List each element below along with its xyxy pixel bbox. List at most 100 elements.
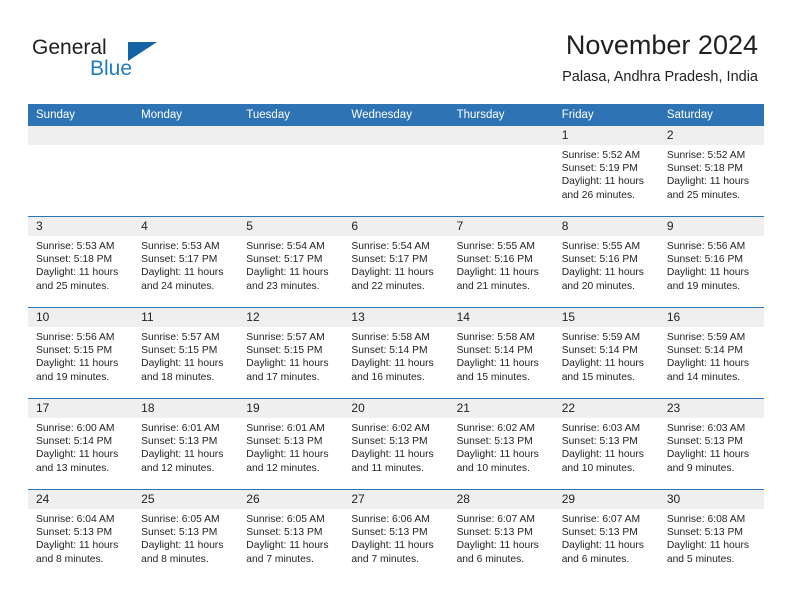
sunset-text: Sunset: 5:13 PM (351, 527, 428, 539)
sunset-text: Sunset: 5:13 PM (666, 436, 743, 448)
day-details: Sunrise: 6:01 AM Sunset: 5:13 PM Daylight:… (133, 418, 238, 475)
sunrise-text: Sunrise: 6:05 AM (141, 514, 220, 525)
calendar-day-cell[interactable]: 20 Sunrise: 6:02 AM Sunset: 5:13 PM Dayligh… (343, 398, 449, 490)
sunset-text: Sunset: 5:19 PM (561, 163, 638, 175)
sunset-text: Sunset: 5:13 PM (246, 436, 323, 448)
calendar-day-cell[interactable]: 5 Sunrise: 5:54 AM Sunset: 5:17 PM Daylight… (238, 216, 344, 308)
calendar-day-cell[interactable]: 25 Sunrise: 6:05 AM Sunset: 5:13 PM Dayligh… (133, 489, 239, 580)
sunrise-text: Sunrise: 6:04 AM (36, 514, 115, 525)
sunrise-text: Sunrise: 6:02 AM (351, 423, 430, 434)
sunset-text: Sunset: 5:13 PM (666, 527, 743, 539)
sunset-text: Sunset: 5:14 PM (36, 436, 113, 448)
calendar-day-cell[interactable]: 4 Sunrise: 5:53 AM Sunset: 5:17 PM Daylight… (133, 216, 239, 308)
daylight-text: Daylight: 11 hours and 6 minutes. (561, 540, 644, 565)
sunset-text: Sunset: 5:16 PM (666, 254, 743, 266)
daylight-text: Daylight: 11 hours and 11 minutes. (351, 449, 434, 474)
day-details: Sunrise: 5:53 AM Sunset: 5:17 PM Daylight:… (133, 236, 238, 293)
sunset-text: Sunset: 5:18 PM (666, 163, 743, 175)
calendar-day-cell[interactable]: 15 Sunrise: 5:59 AM Sunset: 5:14 PM Dayligh… (553, 307, 659, 399)
page-header: General Blue November 2024 Palasa, Andhr… (0, 0, 792, 100)
calendar-day-cell[interactable]: 9 Sunrise: 5:56 AM Sunset: 5:16 PM Daylight… (658, 216, 764, 308)
day-number: 8 (553, 217, 659, 236)
calendar-day-cell[interactable]: 12 Sunrise: 5:57 AM Sunset: 5:15 PM Dayligh… (238, 307, 344, 399)
sunset-text: Sunset: 5:14 PM (351, 345, 428, 357)
daylight-text: Daylight: 11 hours and 23 minutes. (246, 267, 329, 292)
calendar-day-cell[interactable]: 22 Sunrise: 6:03 AM Sunset: 5:13 PM Dayligh… (553, 398, 659, 490)
day-number: 15 (553, 308, 659, 327)
daylight-text: Daylight: 11 hours and 13 minutes. (36, 449, 119, 474)
weekday-header-monday: Monday (133, 104, 239, 126)
sunrise-text: Sunrise: 6:08 AM (666, 514, 746, 525)
sunrise-text: Sunrise: 5:55 AM (561, 241, 641, 252)
sunset-text: Sunset: 5:17 PM (351, 254, 428, 266)
daylight-text: Daylight: 11 hours and 12 minutes. (246, 449, 329, 474)
calendar-day-cell[interactable]: 13 Sunrise: 5:58 AM Sunset: 5:14 PM Dayligh… (343, 307, 449, 399)
calendar-day-cell[interactable]: 1 Sunrise: 5:52 AM Sunset: 5:19 PM Daylight… (553, 126, 659, 217)
sunset-text: Sunset: 5:13 PM (456, 436, 533, 448)
weekday-header-tuesday: Tuesday (238, 104, 344, 126)
day-details: Sunrise: 5:55 AM Sunset: 5:16 PM Daylight:… (554, 236, 659, 293)
daylight-text: Daylight: 11 hours and 15 minutes. (561, 358, 644, 383)
sunset-text: Sunset: 5:13 PM (141, 527, 218, 539)
day-number: 18 (133, 399, 239, 418)
day-number (238, 126, 344, 145)
calendar-day-cell[interactable]: 16 Sunrise: 5:59 AM Sunset: 5:14 PM Dayligh… (658, 307, 764, 399)
sunrise-text: Sunrise: 5:57 AM (246, 332, 325, 343)
day-number: 3 (28, 217, 134, 236)
sunrise-text: Sunrise: 6:03 AM (666, 423, 746, 434)
calendar-day-cell[interactable]: 3 Sunrise: 5:53 AM Sunset: 5:18 PM Daylight… (28, 216, 134, 308)
logo-text-blue: Blue (90, 57, 133, 80)
calendar-day-cell[interactable]: 11 Sunrise: 5:57 AM Sunset: 5:15 PM Dayligh… (133, 307, 239, 399)
calendar-day-cell[interactable]: 14 Sunrise: 5:58 AM Sunset: 5:14 PM Dayligh… (448, 307, 554, 399)
day-number: 2 (658, 126, 764, 145)
calendar-week-row: 1 Sunrise: 5:52 AM Sunset: 5:19 PM Daylight… (28, 126, 764, 217)
weekday-header-thursday: Thursday (448, 104, 554, 126)
day-details: Sunrise: 6:02 AM Sunset: 5:13 PM Daylight:… (449, 418, 554, 475)
calendar-day-cell[interactable]: 7 Sunrise: 5:55 AM Sunset: 5:16 PM Daylight… (448, 216, 554, 308)
calendar-week-row: 3 Sunrise: 5:53 AM Sunset: 5:18 PM Daylight… (28, 216, 764, 308)
day-number: 28 (448, 490, 554, 509)
calendar-day-cell[interactable]: 8 Sunrise: 5:55 AM Sunset: 5:16 PM Daylight… (553, 216, 659, 308)
calendar-day-cell[interactable]: 24 Sunrise: 6:04 AM Sunset: 5:13 PM Dayligh… (28, 489, 134, 580)
calendar-day-cell[interactable]: 18 Sunrise: 6:01 AM Sunset: 5:13 PM Dayligh… (133, 398, 239, 490)
sunrise-text: Sunrise: 6:07 AM (456, 514, 535, 525)
sunrise-text: Sunrise: 6:01 AM (141, 423, 220, 434)
day-number: 4 (133, 217, 239, 236)
day-number: 24 (28, 490, 134, 509)
sunset-text: Sunset: 5:13 PM (246, 527, 323, 539)
calendar-day-cell[interactable]: 23 Sunrise: 6:03 AM Sunset: 5:13 PM Dayligh… (658, 398, 764, 490)
calendar-day-cell[interactable]: 19 Sunrise: 6:01 AM Sunset: 5:13 PM Dayligh… (238, 398, 344, 490)
calendar-day-cell[interactable]: 27 Sunrise: 6:06 AM Sunset: 5:13 PM Dayligh… (343, 489, 449, 580)
calendar-day-cell[interactable]: 10 Sunrise: 5:56 AM Sunset: 5:15 PM Dayligh… (28, 307, 134, 399)
daylight-text: Daylight: 11 hours and 10 minutes. (456, 449, 539, 474)
sunrise-text: Sunrise: 5:55 AM (456, 241, 535, 252)
generalblue-logo[interactable]: General Blue (32, 36, 232, 84)
sunrise-text: Sunrise: 6:02 AM (456, 423, 535, 434)
sunset-text: Sunset: 5:13 PM (561, 527, 638, 539)
calendar-day-cell[interactable]: 28 Sunrise: 6:07 AM Sunset: 5:13 PM Dayligh… (448, 489, 554, 580)
sunrise-text: Sunrise: 5:53 AM (141, 241, 220, 252)
day-details: Sunrise: 5:59 AM Sunset: 5:14 PM Daylight:… (554, 327, 659, 384)
daylight-text: Daylight: 11 hours and 24 minutes. (141, 267, 224, 292)
sunrise-text: Sunrise: 5:52 AM (666, 150, 746, 161)
calendar-day-cell[interactable]: 2 Sunrise: 5:52 AM Sunset: 5:18 PM Daylight… (658, 126, 764, 217)
day-number: 14 (448, 308, 554, 327)
calendar-day-cell[interactable]: 6 Sunrise: 5:54 AM Sunset: 5:17 PM Daylight… (343, 216, 449, 308)
calendar-day-cell[interactable]: 26 Sunrise: 6:05 AM Sunset: 5:13 PM Dayligh… (238, 489, 344, 580)
day-number: 29 (553, 490, 659, 509)
day-number (28, 126, 134, 145)
day-details: Sunrise: 5:54 AM Sunset: 5:17 PM Daylight:… (238, 236, 343, 293)
sunrise-text: Sunrise: 5:53 AM (36, 241, 115, 252)
calendar-day-cell[interactable]: 30 Sunrise: 6:08 AM Sunset: 5:13 PM Dayligh… (658, 489, 764, 580)
calendar-day-cell[interactable]: 17 Sunrise: 6:00 AM Sunset: 5:14 PM Dayligh… (28, 398, 134, 490)
calendar-day-cell[interactable]: 29 Sunrise: 6:07 AM Sunset: 5:13 PM Dayligh… (553, 489, 659, 580)
day-details: Sunrise: 6:07 AM Sunset: 5:13 PM Daylight:… (449, 509, 554, 566)
sunrise-text: Sunrise: 5:57 AM (141, 332, 220, 343)
daylight-text: Daylight: 11 hours and 16 minutes. (351, 358, 434, 383)
sunrise-sunset-calendar: Sunday Monday Tuesday Wednesday Thursday… (28, 104, 764, 580)
day-number: 17 (28, 399, 134, 418)
sunrise-text: Sunrise: 5:56 AM (666, 241, 746, 252)
calendar-day-cell-empty (133, 126, 239, 217)
calendar-day-cell[interactable]: 21 Sunrise: 6:02 AM Sunset: 5:13 PM Dayligh… (448, 398, 554, 490)
day-details: Sunrise: 5:52 AM Sunset: 5:18 PM Daylight:… (659, 145, 764, 202)
